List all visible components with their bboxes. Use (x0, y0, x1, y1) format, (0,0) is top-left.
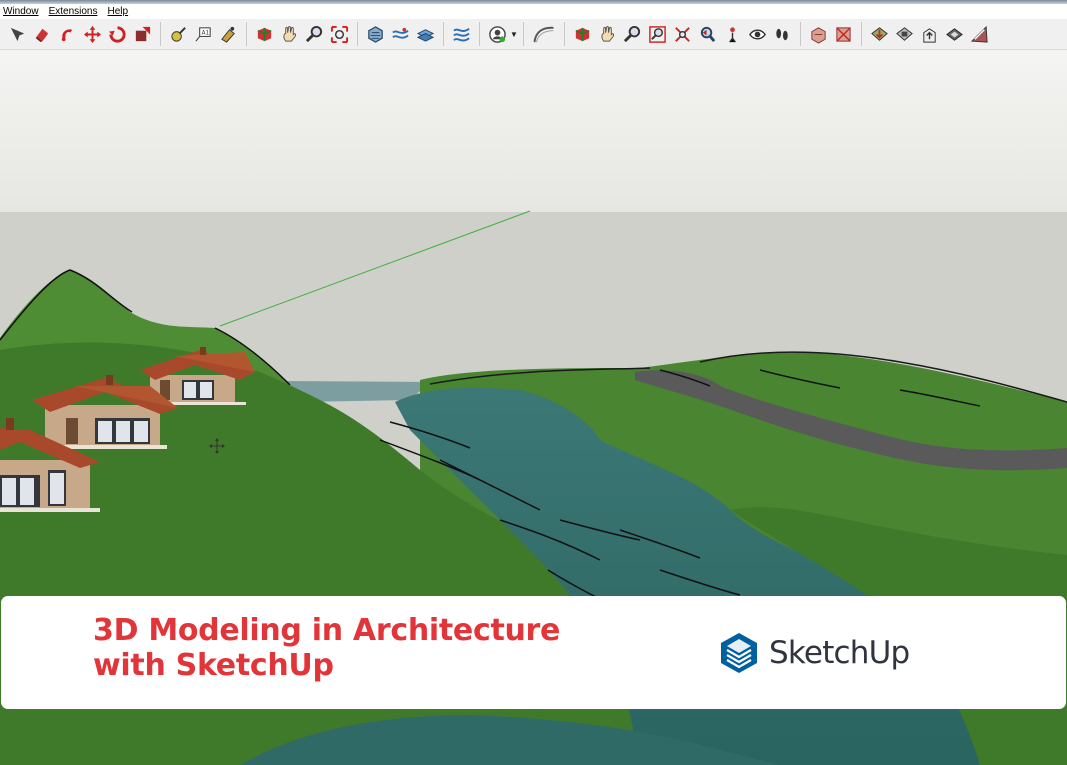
toolbar-group-edit (2, 21, 158, 47)
orbit-2-icon[interactable] (571, 23, 594, 46)
toolbar-separator (443, 22, 444, 46)
eraser-icon[interactable] (31, 23, 54, 46)
toolbar-separator (523, 22, 524, 46)
zoom-2-icon[interactable] (621, 23, 644, 46)
extension-warehouse-icon[interactable] (893, 23, 916, 46)
warehouse-icon[interactable] (868, 23, 891, 46)
position-camera-icon[interactable] (721, 23, 744, 46)
toolbar-group-sandbox (360, 21, 441, 47)
tape-measure-icon[interactable] (167, 23, 190, 46)
sandbox-from-contours-icon[interactable] (364, 23, 387, 46)
sketchup-logo: SketchUp (719, 632, 910, 674)
zoom-window-icon[interactable] (646, 23, 669, 46)
section-plane-icon[interactable] (807, 23, 830, 46)
menu-bar: Window Extensions Help (0, 4, 1067, 19)
zoom-extents-2-icon[interactable] (671, 23, 694, 46)
toolbar-group-camera (249, 21, 355, 47)
arc-icon[interactable] (530, 23, 558, 46)
toolbar-group-construction: A1 (163, 21, 244, 47)
toolbar-group-camera-2 (567, 21, 798, 47)
paint-icon[interactable] (217, 23, 240, 46)
account-dropdown-icon[interactable]: ▼ (510, 23, 518, 46)
walk-icon[interactable] (771, 23, 794, 46)
look-around-icon[interactable] (746, 23, 769, 46)
share-model-icon[interactable] (918, 23, 941, 46)
paint-bucket-icon[interactable] (56, 23, 79, 46)
toolbar-separator (160, 22, 161, 46)
layout-icon[interactable] (943, 23, 966, 46)
move-icon[interactable] (81, 23, 104, 46)
toolbar-separator (800, 22, 801, 46)
toolbar-group-drape (446, 21, 477, 47)
sketchup-logo-icon (721, 633, 757, 673)
select-arrow-icon[interactable] (6, 23, 29, 46)
menu-window[interactable]: Window (3, 6, 39, 17)
pan-icon[interactable] (278, 23, 301, 46)
banner-title-line-1: 3D Modeling in Architecture (93, 613, 561, 648)
toolbar-group-section (803, 21, 859, 47)
menu-help[interactable]: Help (108, 6, 129, 17)
orbit-icon[interactable] (253, 23, 276, 46)
toolbar-group-warehouse (864, 21, 995, 47)
scale-icon[interactable] (131, 23, 154, 46)
toolbar-separator (861, 22, 862, 46)
main-toolbar: A1 ▼ (0, 19, 1067, 50)
rotate-icon[interactable] (106, 23, 129, 46)
toolbar-group-draw (526, 21, 562, 47)
svg-text:A1: A1 (202, 30, 210, 36)
section-fill-icon[interactable] (832, 23, 855, 46)
course-banner: 3D Modeling in Architecture with SketchU… (1, 596, 1066, 709)
text-label-icon[interactable]: A1 (192, 23, 215, 46)
toolbar-separator (479, 22, 480, 46)
menu-extensions[interactable]: Extensions (49, 6, 98, 17)
sky (0, 50, 1067, 212)
pan-2-icon[interactable] (596, 23, 619, 46)
sketchup-logo-text: SketchUp (769, 635, 910, 671)
banner-title-line-2: with SketchUp (93, 648, 334, 683)
sandbox-stamp-icon[interactable] (414, 23, 437, 46)
banner-title: 3D Modeling in Architecture with SketchU… (93, 613, 653, 683)
previous-view-icon[interactable] (696, 23, 719, 46)
toolbar-separator (564, 22, 565, 46)
toolbar-separator (357, 22, 358, 46)
toolbar-group-account: ▼ (482, 21, 521, 47)
toolbar-separator (246, 22, 247, 46)
sandbox-smoove-icon[interactable] (389, 23, 412, 46)
send-to-layout-icon[interactable] (968, 23, 991, 46)
zoom-extents-icon[interactable] (328, 23, 351, 46)
zoom-icon[interactable] (303, 23, 326, 46)
user-account-icon[interactable] (486, 23, 509, 46)
sandbox-drape-icon[interactable] (450, 23, 473, 46)
